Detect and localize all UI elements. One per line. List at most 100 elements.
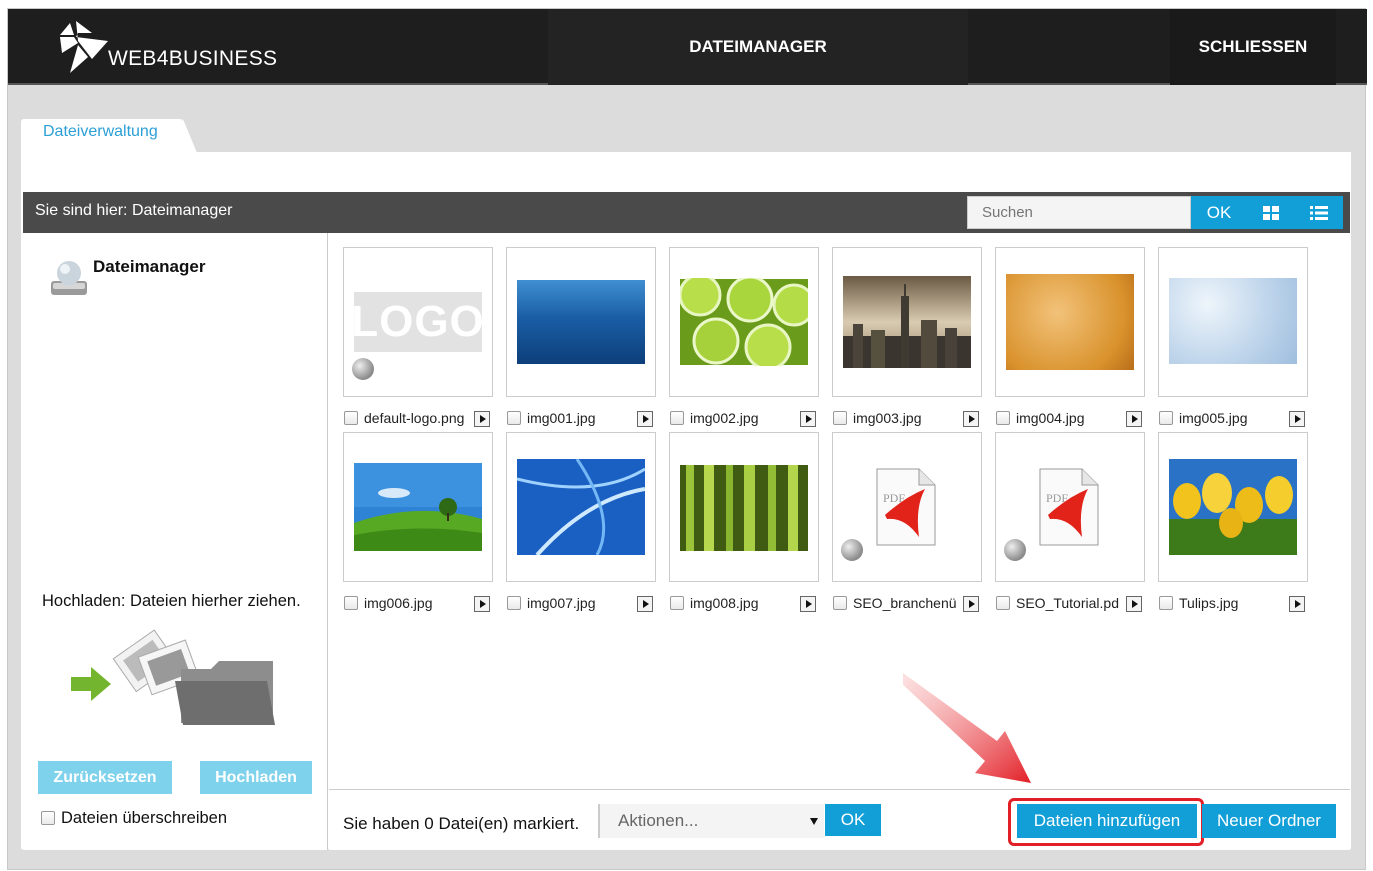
file-checkbox[interactable] [670, 596, 684, 610]
upload-dropzone-icon[interactable] [71, 629, 276, 729]
file-label: img005.jpg [1158, 410, 1310, 428]
file-menu-arrow-icon[interactable] [474, 596, 490, 612]
overwrite-checkbox[interactable] [41, 810, 55, 825]
abstract-blue-thumbnail [517, 459, 645, 555]
file-grid: LOGO default-logo.png img001.jpg img002.… [329, 233, 1350, 789]
reset-button[interactable]: Zurücksetzen [38, 761, 172, 794]
actions-select-value: Aktionen... [618, 811, 699, 830]
bamboo-thumbnail [680, 465, 808, 551]
file-name: img008.jpg [690, 595, 759, 611]
file-checkbox[interactable] [833, 596, 847, 610]
file-menu-arrow-icon[interactable] [963, 596, 979, 612]
file-checkbox[interactable] [1159, 411, 1173, 425]
network-drive-icon[interactable] [49, 257, 89, 303]
file-tile-img001[interactable] [506, 247, 656, 397]
file-checkbox[interactable] [1159, 596, 1173, 610]
file-tile-default-logo[interactable]: LOGO [343, 247, 493, 397]
globe-icon [841, 539, 863, 561]
search-input[interactable] [967, 196, 1191, 229]
upload-button[interactable]: Hochladen [200, 761, 312, 794]
file-tile-img002[interactable] [669, 247, 819, 397]
file-checkbox[interactable] [344, 596, 358, 610]
file-tile-img004[interactable] [995, 247, 1145, 397]
file-menu-arrow-icon[interactable] [1289, 596, 1305, 612]
file-label: Tulips.jpg [1158, 595, 1310, 613]
highlight-frame [1008, 798, 1204, 846]
file-checkbox[interactable] [833, 411, 847, 425]
chevron-down-icon [810, 818, 818, 825]
file-tile-img003[interactable] [832, 247, 982, 397]
new-folder-button[interactable]: Neuer Ordner [1202, 804, 1336, 838]
overwrite-option[interactable]: Dateien überschreiben [41, 809, 227, 828]
globe-icon [352, 358, 374, 380]
limes-thumbnail [680, 278, 808, 366]
file-label: img008.jpg [669, 595, 821, 613]
file-name: img007.jpg [527, 595, 596, 611]
overwrite-label: Dateien überschreiben [61, 809, 228, 827]
file-menu-arrow-icon[interactable] [1289, 411, 1305, 427]
city-skyline-thumbnail [843, 276, 971, 368]
file-menu-arrow-icon[interactable] [963, 411, 979, 427]
underwater-thumbnail [517, 280, 645, 364]
file-tile-seo-tutorial[interactable]: PDF [995, 432, 1145, 582]
ice-thumbnail [1169, 278, 1297, 364]
file-tile-img007[interactable] [506, 432, 656, 582]
file-label: SEO_branchenü [832, 595, 984, 613]
list-view-icon [1310, 206, 1328, 220]
file-label: img003.jpg [832, 410, 984, 428]
file-checkbox[interactable] [996, 596, 1010, 610]
file-menu-arrow-icon[interactable] [800, 411, 816, 427]
actions-ok-button[interactable]: OK [825, 804, 881, 836]
file-name: img005.jpg [1179, 410, 1248, 426]
actions-select[interactable]: Aktionen... [598, 804, 824, 838]
file-name: img001.jpg [527, 410, 596, 426]
file-label: SEO_Tutorial.pd [995, 595, 1147, 613]
file-checkbox[interactable] [507, 411, 521, 425]
file-name: default-logo.png [364, 410, 465, 426]
selection-count: Sie haben 0 Datei(en) markiert. [343, 814, 580, 833]
file-label: img007.jpg [506, 595, 658, 613]
search-ok-button[interactable]: OK [1191, 196, 1247, 229]
grid-view-icon [1263, 206, 1279, 220]
globe-icon [1004, 539, 1026, 561]
logo-text: LOGO [354, 297, 482, 346]
close-button[interactable]: SCHLIESSEN [1170, 9, 1336, 85]
file-menu-arrow-icon[interactable] [637, 596, 653, 612]
web4business-logo-icon [60, 21, 108, 73]
top-bar: WEB4BUSINESS DATEIMANAGER SCHLIESSEN [8, 9, 1367, 85]
grid-view-button[interactable] [1247, 196, 1295, 229]
file-name: Tulips.jpg [1179, 595, 1239, 611]
file-label: default-logo.png [343, 410, 495, 428]
nav-file-manager[interactable]: DATEIMANAGER [548, 9, 968, 85]
file-menu-arrow-icon[interactable] [1126, 596, 1142, 612]
file-checkbox[interactable] [344, 411, 358, 425]
file-manager-window: WEB4BUSINESS DATEIMANAGER SCHLIESSEN Dat… [7, 8, 1367, 870]
logo-placeholder-thumbnail: LOGO [354, 292, 482, 352]
file-menu-arrow-icon[interactable] [1126, 411, 1142, 427]
breadcrumb: Sie sind hier: Dateimanager [35, 202, 233, 219]
file-checkbox[interactable] [507, 596, 521, 610]
breadcrumb-bar: Sie sind hier: Dateimanager OK [23, 192, 1350, 233]
pdf-file-icon: PDF [876, 468, 936, 546]
file-checkbox[interactable] [670, 411, 684, 425]
file-checkbox[interactable] [996, 411, 1010, 425]
file-menu-arrow-icon[interactable] [800, 596, 816, 612]
pdf-file-icon: PDF [1039, 468, 1099, 546]
file-name: SEO_Tutorial.pd [1016, 595, 1119, 611]
list-view-button[interactable] [1295, 196, 1343, 229]
file-tile-img008[interactable] [669, 432, 819, 582]
file-tile-seo-branchen[interactable]: PDF [832, 432, 982, 582]
file-name: img004.jpg [1016, 410, 1085, 426]
upload-drop-hint: Hochladen: Dateien hierher ziehen. [42, 592, 301, 610]
file-tile-img006[interactable] [343, 432, 493, 582]
file-menu-arrow-icon[interactable] [637, 411, 653, 427]
file-tile-tulips[interactable] [1158, 432, 1308, 582]
sidebar: Dateimanager Hochladen: Dateien hierher … [23, 233, 328, 850]
file-tile-img005[interactable] [1158, 247, 1308, 397]
tulips-thumbnail [1169, 459, 1297, 555]
file-name: img002.jpg [690, 410, 759, 426]
folder-tree-root[interactable]: Dateimanager [93, 257, 205, 277]
file-menu-arrow-icon[interactable] [474, 411, 490, 427]
file-label: img002.jpg [669, 410, 821, 428]
tab-dateiverwaltung[interactable]: Dateiverwaltung [21, 119, 197, 153]
